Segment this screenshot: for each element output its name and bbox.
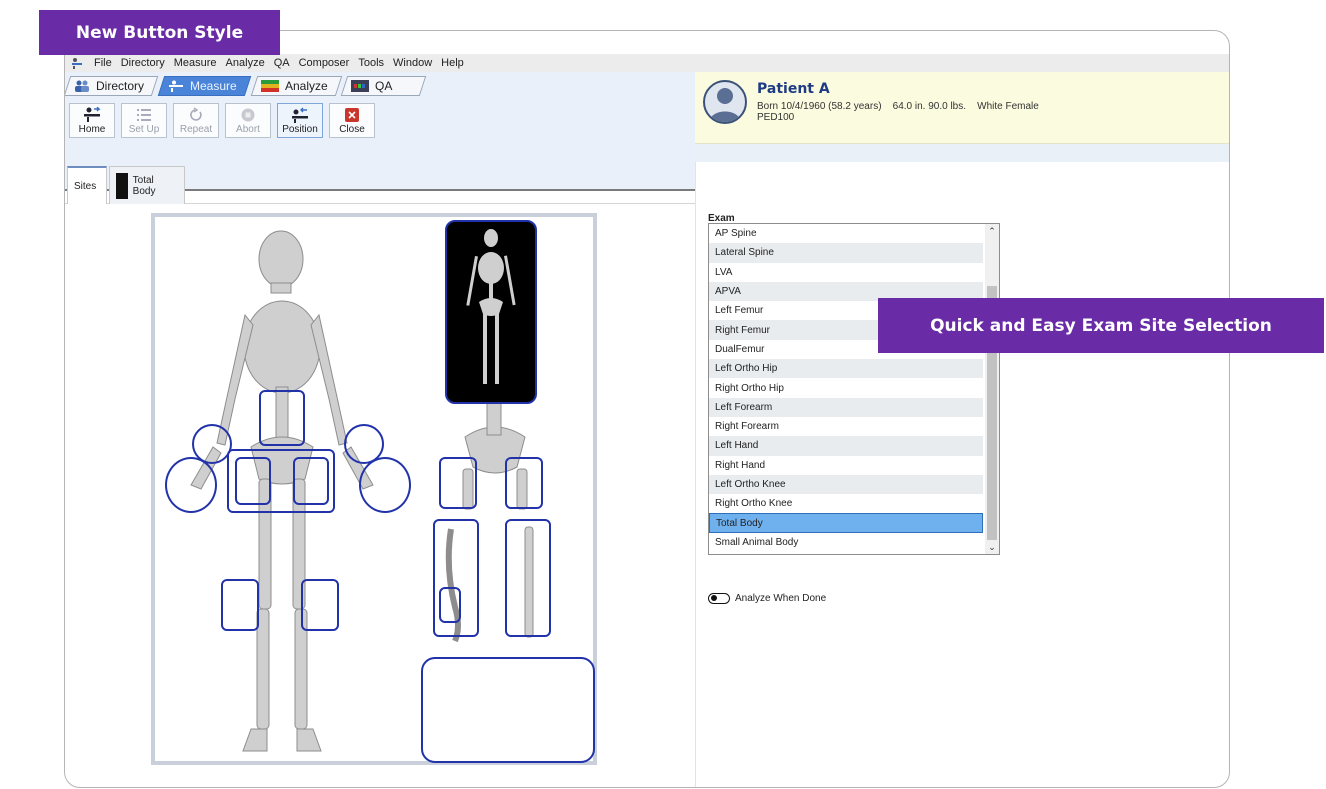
exam-item-right-forearm[interactable]: Right Forearm: [709, 417, 983, 436]
menu-measure[interactable]: Measure: [174, 57, 217, 69]
exam-list-scrollbar[interactable]: ⌃ ⌄: [985, 224, 999, 554]
tab-sites[interactable]: Sites: [67, 166, 107, 204]
menu-analyze[interactable]: Analyze: [226, 57, 265, 69]
exam-item-left-ortho-knee[interactable]: Left Ortho Knee: [709, 474, 983, 495]
panel-divider: [695, 162, 696, 787]
menu-composer[interactable]: Composer: [299, 57, 350, 69]
callout-exam-site-selection: Quick and Easy Exam Site Selection: [878, 298, 1324, 353]
menu-window[interactable]: Window: [393, 57, 432, 69]
setup-button[interactable]: Set Up: [121, 103, 167, 138]
site-left-knee[interactable]: [221, 579, 259, 631]
site-ap-spine[interactable]: [505, 519, 551, 637]
menu-help[interactable]: Help: [441, 57, 464, 69]
menu-file[interactable]: File: [94, 57, 112, 69]
site-left-femur[interactable]: [235, 457, 271, 505]
site-right-hand[interactable]: [359, 457, 411, 513]
exam-item-ap-spine[interactable]: AP Spine: [709, 224, 983, 243]
close-button[interactable]: Close: [329, 103, 375, 138]
exam-item-right-ortho-hip[interactable]: Right Ortho Hip: [709, 378, 983, 397]
screenshot-stage: New Button Style Quick and Easy Exam Sit…: [0, 0, 1326, 789]
site-lva[interactable]: [439, 587, 461, 623]
total-body-site[interactable]: [445, 220, 537, 404]
position-button-label: Position: [282, 124, 318, 135]
position-icon: [292, 107, 308, 123]
patient-info: Born 10/4/1960 (58.2 years) 64.0 in. 90.…: [757, 101, 1039, 123]
exam-item-small-animal-body[interactable]: Small Animal Body: [709, 533, 983, 552]
menu-qa[interactable]: QA: [274, 57, 290, 69]
analyze-when-done-option: Analyze When Done: [708, 593, 826, 604]
site-left-ortho-hip[interactable]: [439, 457, 477, 509]
patient-header-strip: [695, 144, 1229, 162]
patient-details: Born 10/4/1960 (58.2 years) 64.0 in. 90.…: [757, 101, 1039, 112]
tab-measure[interactable]: Measure: [157, 76, 251, 96]
small-animal-body-site[interactable]: [421, 657, 595, 763]
abort-button-label: Abort: [236, 124, 260, 135]
avatar: [703, 80, 747, 124]
exam-item-lva[interactable]: LVA: [709, 263, 983, 282]
app-icon: [72, 58, 82, 69]
menu-tools[interactable]: Tools: [358, 57, 384, 69]
exam-item-left-hand[interactable]: Left Hand: [709, 436, 983, 456]
close-button-label: Close: [339, 124, 365, 135]
home-button-label: Home: [78, 124, 106, 135]
scroll-up-icon[interactable]: ⌃: [985, 224, 999, 238]
site-lumbar-spine[interactable]: [259, 390, 305, 446]
skeleton-thumbnail-icon: [466, 229, 516, 384]
exam-item-right-ortho-knee[interactable]: Right Ortho Knee: [709, 494, 983, 513]
list-icon: [137, 109, 151, 121]
setup-button-label: Set Up: [128, 124, 160, 135]
position-button[interactable]: Position: [277, 103, 323, 138]
exam-item-left-forearm[interactable]: Left Forearm: [709, 397, 983, 417]
exam-item-total-body[interactable]: Total Body: [709, 513, 983, 533]
exam-item-left-ortho-hip[interactable]: Left Ortho Hip: [709, 359, 983, 379]
repeat-button-label: Repeat: [179, 124, 213, 135]
close-icon: [345, 108, 359, 122]
scroll-down-icon[interactable]: ⌄: [985, 540, 999, 554]
tab-directory[interactable]: Directory: [65, 76, 159, 96]
patient-name: Patient A: [757, 81, 830, 97]
site-right-knee[interactable]: [301, 579, 339, 631]
menu-bar: File Directory Measure Analyze QA Compos…: [65, 54, 1229, 72]
home-icon: [84, 107, 101, 122]
analyze-when-done-label: Analyze When Done: [735, 593, 827, 604]
tab-sites-label: Sites: [74, 180, 97, 192]
patient-id: PED100: [757, 112, 795, 123]
site-left-hand[interactable]: [165, 457, 217, 513]
person-icon: [709, 88, 741, 122]
menu-directory[interactable]: Directory: [121, 57, 165, 69]
abort-button[interactable]: Abort: [225, 103, 271, 138]
tab-qa-label: QA: [375, 79, 393, 93]
action-buttons: Home Set Up Repeat Abort Position Close: [69, 103, 375, 138]
repeat-icon: [190, 107, 202, 121]
site-right-ortho-hip[interactable]: [505, 457, 543, 509]
repeat-button[interactable]: Repeat: [173, 103, 219, 138]
callout-new-button-style: New Button Style: [39, 10, 280, 55]
tab-total-body[interactable]: Total Body: [109, 166, 185, 204]
main-tabs: Directory Measure Analyze QA: [65, 76, 430, 96]
people-icon: [75, 80, 89, 92]
home-button[interactable]: Home: [69, 103, 115, 138]
measure-icon: [169, 80, 184, 92]
site-right-femur[interactable]: [293, 457, 329, 505]
skeleton-thumbnail-icon: [116, 172, 128, 199]
tab-directory-label: Directory: [96, 79, 145, 93]
tab-analyze-label: Analyze: [284, 79, 328, 93]
patient-header: Patient A Born 10/4/1960 (58.2 years) 64…: [695, 72, 1229, 144]
exam-item-right-hand[interactable]: Right Hand: [709, 456, 983, 475]
tab-qa[interactable]: QA: [341, 76, 427, 96]
qa-icon: [351, 80, 370, 92]
exam-list[interactable]: AP Spine Lateral Spine LVA APVA Left Fem…: [708, 223, 1000, 555]
analyze-icon: [260, 80, 279, 92]
analyze-when-done-toggle[interactable]: [708, 593, 730, 604]
tab-analyze[interactable]: Analyze: [250, 76, 342, 96]
exam-item-lateral-spine[interactable]: Lateral Spine: [709, 243, 983, 263]
tab-total-body-label: Total Body: [132, 174, 156, 197]
abort-icon: [241, 108, 255, 122]
tab-measure-label: Measure: [190, 79, 237, 93]
app-window: File Directory Measure Analyze QA Compos…: [64, 30, 1230, 788]
site-tabs: Sites Total Body: [65, 166, 695, 204]
